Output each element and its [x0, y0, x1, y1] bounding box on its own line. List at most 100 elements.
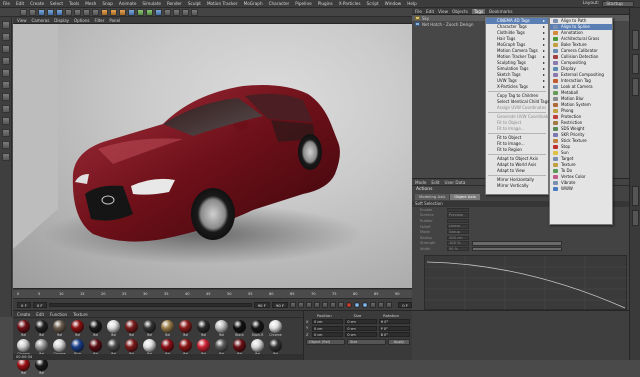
start-frame-field[interactable]: 0 F: [17, 302, 31, 308]
tab-attributes[interactable]: [632, 186, 639, 206]
deformer-icon[interactable]: [164, 8, 171, 16]
material-swatch[interactable]: Mat: [88, 320, 103, 337]
menu-simulate[interactable]: Simulate: [139, 1, 164, 6]
undo-icon[interactable]: [20, 8, 27, 16]
spline-pen-icon[interactable]: [137, 8, 144, 16]
current-frame-field[interactable]: 0 F: [32, 302, 47, 308]
menu-window[interactable]: Window: [382, 1, 405, 6]
keyframe-selection-button[interactable]: [362, 302, 369, 308]
viewport-menu-display[interactable]: Display: [54, 18, 69, 23]
coords-apply-button[interactable]: Apply: [388, 338, 410, 345]
planar-workplane-icon[interactable]: [1, 153, 10, 161]
points-mode-icon[interactable]: [1, 69, 10, 77]
redo-icon[interactable]: [29, 8, 36, 16]
om-menu-bookmarks[interactable]: Bookmarks: [489, 9, 512, 14]
autokey-button[interactable]: [354, 302, 361, 308]
material-menu-edit[interactable]: Edit: [36, 312, 44, 317]
menu-tools[interactable]: Tools: [66, 1, 82, 6]
menu-file[interactable]: File: [0, 1, 13, 6]
material-swatch[interactable]: Mat: [16, 320, 31, 337]
rotate-tool-icon[interactable]: [56, 8, 63, 16]
menu-snap[interactable]: Snap: [99, 1, 116, 6]
menu-plugins[interactable]: Plugins: [315, 1, 336, 6]
goto-end-button[interactable]: [338, 302, 345, 308]
tags-menu-item[interactable]: Mirror Vertically: [486, 183, 548, 189]
move-tool-icon[interactable]: [38, 8, 45, 16]
3d-viewport[interactable]: [13, 24, 412, 288]
menu-render[interactable]: Render: [164, 1, 185, 6]
locked-workplane-icon[interactable]: [1, 141, 10, 149]
preview-range-slider[interactable]: [48, 303, 252, 307]
material-swatch[interactable]: Mat: [196, 320, 211, 337]
material-menu-texture[interactable]: Texture: [73, 312, 88, 317]
material-swatch[interactable]: Mat: [16, 358, 31, 375]
axis-mode-icon[interactable]: [1, 105, 10, 113]
attribute-value-field[interactable]: Linear: [447, 224, 469, 229]
menu-mesh[interactable]: Mesh: [82, 1, 99, 6]
menu-help[interactable]: Help: [404, 1, 420, 6]
coordinate-system-icon[interactable]: [92, 8, 99, 16]
size-x-field[interactable]: 0 cm: [345, 319, 377, 324]
menu-script[interactable]: Script: [364, 1, 382, 6]
om-menu-edit[interactable]: Edit: [426, 9, 434, 14]
attribute-slider[interactable]: [472, 241, 562, 246]
attribute-value-field[interactable]: 100 %: [447, 241, 469, 246]
menu-select[interactable]: Select: [47, 1, 66, 6]
tags-menu-item[interactable]: Fit to Region: [486, 147, 548, 153]
goto-start-button[interactable]: [290, 302, 297, 308]
menu-pipeline[interactable]: Pipeline: [292, 1, 314, 6]
position-x-field[interactable]: 0 cm: [312, 319, 344, 324]
subdivision-surface-icon[interactable]: [146, 8, 153, 16]
camera-icon[interactable]: [182, 8, 189, 16]
viewport-menu-panel[interactable]: Panel: [109, 18, 120, 23]
tab-layers[interactable]: [632, 210, 639, 226]
size-y-field[interactable]: 0 cm: [345, 325, 377, 331]
size-z-field[interactable]: 0 cm: [345, 332, 377, 337]
scale-key-button[interactable]: [378, 302, 385, 308]
falloff-graph[interactable]: [424, 255, 628, 311]
attribute-value-field[interactable]: [447, 207, 469, 213]
menu-mograph[interactable]: MoGraph: [241, 1, 266, 6]
prev-frame-button[interactable]: [306, 302, 313, 308]
rotation-x-field[interactable]: H 0°: [378, 319, 410, 324]
array-icon[interactable]: [155, 8, 162, 16]
polygons-mode-icon[interactable]: [1, 93, 10, 101]
material-swatch[interactable]: Mat: [34, 358, 49, 375]
prev-key-button[interactable]: [298, 302, 305, 308]
menu-sculpt[interactable]: Sculpt: [185, 1, 204, 6]
menu-animate[interactable]: Animate: [116, 1, 140, 6]
rotation-key-button[interactable]: [386, 302, 393, 308]
attribute-value-field[interactable]: [447, 218, 469, 224]
x-axis-icon[interactable]: [65, 8, 72, 16]
next-key-button[interactable]: [330, 302, 337, 308]
material-swatch[interactable]: Mat: [34, 320, 49, 337]
material-swatch[interactable]: Black: [232, 320, 247, 337]
attr-menu-user-data[interactable]: User Data: [445, 180, 466, 185]
menu-edit[interactable]: Edit: [13, 1, 27, 6]
attribute-value-field[interactable]: Preview: [447, 213, 469, 218]
viewport-menu-filter[interactable]: Filter: [94, 18, 104, 23]
material-swatch[interactable]: Mat: [70, 320, 85, 337]
tab-object-axis[interactable]: Object Axis: [450, 194, 480, 200]
attribute-value-field[interactable]: Group: [447, 229, 469, 235]
record-button[interactable]: [346, 302, 353, 308]
attribute-slider[interactable]: [472, 246, 562, 252]
timeline-ruler[interactable]: 0 5 10 15 20 25 30 35 40 45 50 55 60 65 70 75 80 85 90: [13, 290, 412, 299]
max-frame-field[interactable]: 90 F: [271, 302, 289, 308]
snapping-icon[interactable]: [1, 129, 10, 137]
material-swatch[interactable]: Mat: [214, 320, 229, 337]
material-swatch[interactable]: Mat: [106, 320, 121, 337]
menu-create[interactable]: Create: [27, 1, 47, 6]
render-view-icon[interactable]: [101, 8, 108, 16]
tab-modeling-axis[interactable]: Modeling Axis: [415, 194, 450, 200]
tab-objects[interactable]: [632, 30, 639, 50]
tags-menu-item[interactable]: X-Particles Tags ▸: [486, 84, 548, 90]
workplane-icon[interactable]: [1, 57, 10, 65]
tags-menu-item[interactable]: Adapt to View: [486, 168, 548, 174]
material-menu-function[interactable]: Function: [50, 312, 67, 317]
material-swatch[interactable]: Mat: [124, 320, 139, 337]
z-axis-icon[interactable]: [83, 8, 90, 16]
end-frame-field[interactable]: 90 F: [253, 302, 270, 308]
attribute-value-field[interactable]: 50 %: [447, 246, 469, 252]
menu-x-particles[interactable]: X-Particles: [336, 1, 364, 6]
